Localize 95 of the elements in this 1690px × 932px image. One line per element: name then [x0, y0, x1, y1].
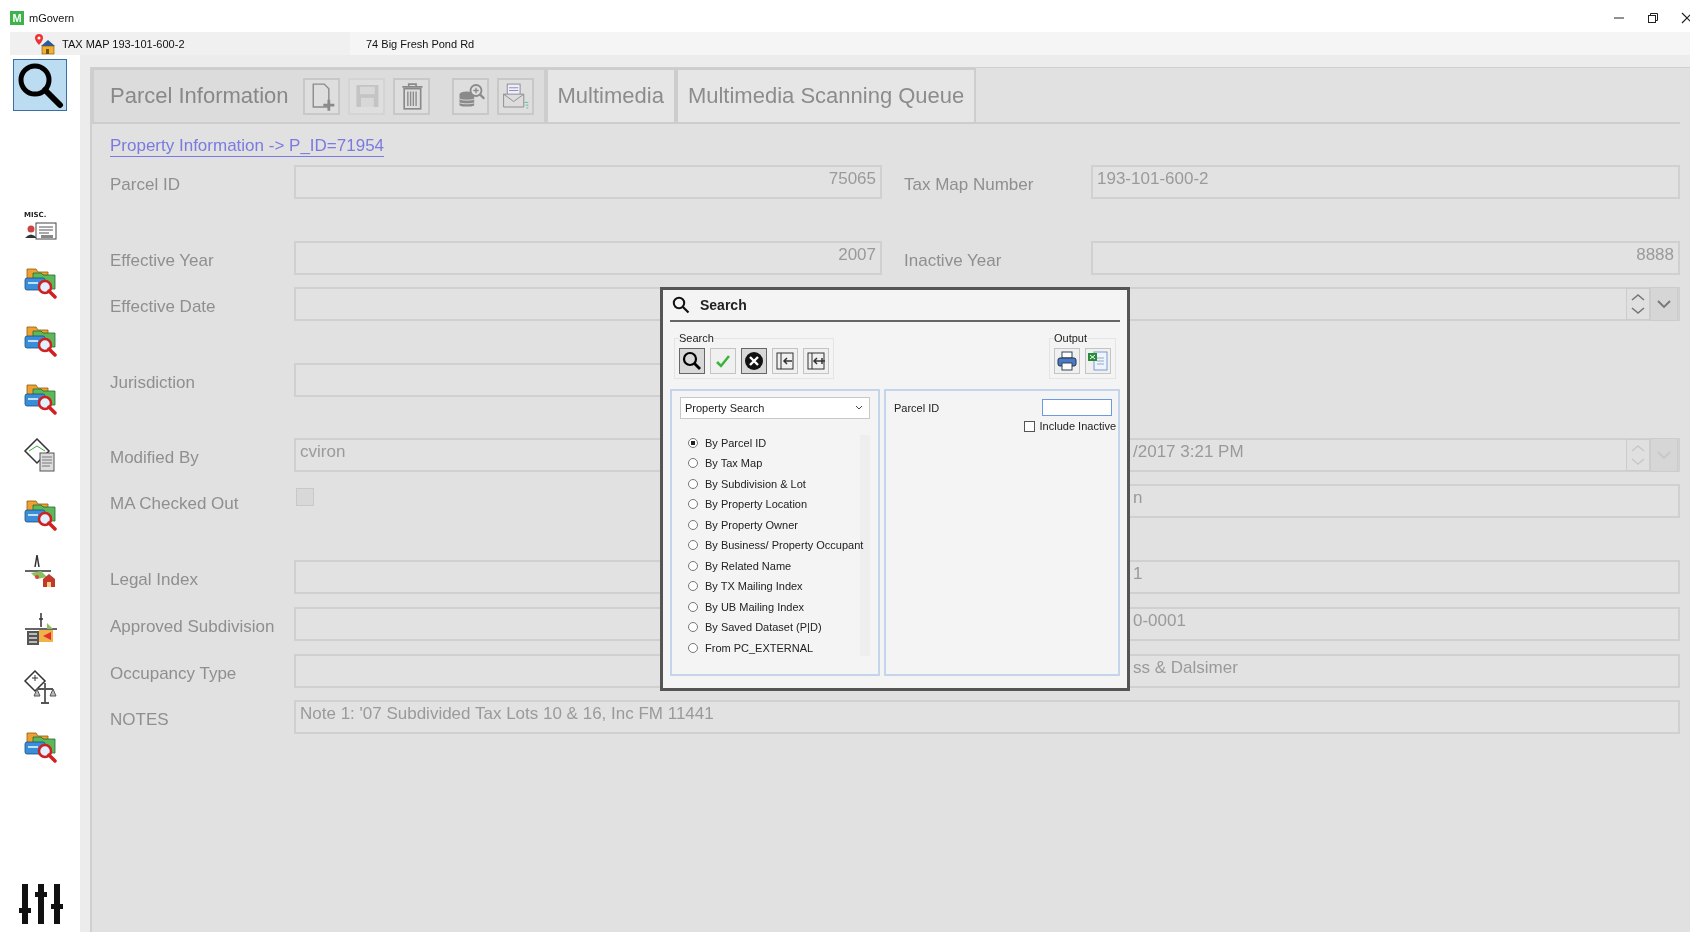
sliders-icon[interactable]: [17, 884, 65, 924]
app-logo: M: [10, 11, 24, 25]
field-value: n: [1133, 488, 1143, 508]
mail-button[interactable]: [496, 77, 534, 115]
text-field[interactable]: 75065: [294, 165, 882, 199]
radio-button[interactable]: [688, 581, 698, 592]
option-label: By Parcel ID: [705, 436, 767, 449]
radio-button[interactable]: [688, 540, 698, 551]
person-document-icon[interactable]: [24, 219, 58, 241]
close-icon[interactable]: [1681, 12, 1690, 24]
input-field[interactable]: [1042, 399, 1112, 416]
field-value: 1: [1133, 564, 1143, 584]
field-value: 2007: [838, 245, 876, 265]
field-value: ss & Dalsimer: [1133, 658, 1238, 678]
breadcrumb-link[interactable]: Property Information -> P_ID=71954: [110, 136, 385, 157]
option-label: By Subdivision & Lot: [705, 477, 806, 490]
option-label: By UB Mailing Index: [705, 600, 805, 613]
field-value: 193-101-600-2: [1097, 169, 1209, 189]
field-value: 75065: [828, 169, 876, 189]
radio-button[interactable]: [688, 622, 698, 633]
option-label: By Tax Map: [705, 457, 763, 470]
db-search-button[interactable]: [451, 77, 489, 115]
radio-button[interactable]: [688, 437, 698, 448]
field-label: Effective Date: [110, 296, 217, 318]
tab[interactable]: Parcel Information: [92, 68, 546, 122]
field-value: Note 1: '07 Subdivided Tax Lots 10 & 16, Inc FM 11441: [300, 704, 714, 724]
import-icon: [773, 349, 797, 373]
search-button[interactable]: [679, 348, 705, 374]
search-button[interactable]: [13, 59, 67, 111]
import-button[interactable]: [772, 348, 798, 374]
print-icon: [1055, 349, 1079, 373]
field-label: Tax Map Number: [904, 175, 1034, 195]
group-label: Output: [1054, 332, 1088, 344]
option-label: By Related Name: [705, 559, 792, 572]
house-pin-icon: [34, 32, 56, 55]
text-field[interactable]: 193-101-600-2: [1091, 165, 1680, 199]
cancel-button[interactable]: [741, 348, 767, 374]
radio-button[interactable]: [688, 601, 698, 612]
tax-map-label: TAX MAP 193-101-600-2: [62, 37, 185, 50]
map-chart-icon[interactable]: [23, 611, 59, 647]
radio-button[interactable]: [688, 478, 698, 489]
tab[interactable]: Multimedia: [545, 68, 676, 122]
radio-button[interactable]: [688, 519, 698, 530]
field-label: Modified By: [110, 447, 200, 469]
search-icon: [672, 296, 690, 314]
field-label: NOTES: [110, 709, 170, 731]
field-label: Legal Index: [110, 569, 199, 591]
radio-button[interactable]: [688, 560, 698, 571]
add-import-button[interactable]: [803, 348, 829, 374]
new-button[interactable]: [302, 77, 340, 115]
address-label: 74 Big Fresh Pond Rd: [366, 37, 475, 50]
excel-icon: [1086, 349, 1110, 373]
field-label: Approved Subdivision: [110, 616, 276, 638]
field-label: Inactive Year: [904, 251, 1002, 271]
field-value: 8888: [1636, 245, 1674, 265]
field-label: Jurisdiction: [110, 372, 197, 394]
add-import-icon: [804, 349, 828, 373]
option-label: From PC_EXTERNAL: [705, 641, 814, 654]
tab[interactable]: Multimedia Scanning Queue: [675, 68, 977, 122]
delete-button[interactable]: [392, 77, 430, 115]
radio-button[interactable]: [688, 499, 698, 510]
option-label: By Property Owner: [705, 518, 798, 531]
radio-button[interactable]: [688, 642, 698, 653]
option-label: By TX Mailing Index: [705, 580, 803, 593]
dropdown-icon[interactable]: [1650, 287, 1678, 321]
map-scale-icon[interactable]: [23, 669, 59, 705]
print-button[interactable]: [1054, 348, 1080, 374]
option-label: By Saved Dataset (P|D): [705, 621, 822, 634]
search-type-dropdown[interactable]: Property Search: [680, 397, 870, 419]
excel-button[interactable]: [1085, 348, 1111, 374]
accept-button[interactable]: [710, 348, 736, 374]
field-label: Effective Year: [110, 250, 215, 272]
spinner-icon[interactable]: [1626, 288, 1650, 320]
checkbox[interactable]: [1023, 420, 1035, 432]
checkbox-label: Include Inactive: [1039, 420, 1116, 432]
group-label: Search: [679, 332, 714, 344]
text-field[interactable]: 8888: [1091, 241, 1680, 275]
caret-icon: [855, 405, 863, 411]
field-label: Parcel ID: [894, 401, 940, 414]
notes-field[interactable]: Note 1: '07 Subdivided Tax Lots 10 & 16, Inc FM 11441: [294, 700, 1680, 734]
field-label: Occupancy Type: [110, 663, 238, 685]
field-label: MA Checked Out: [110, 493, 240, 515]
restore-icon[interactable]: [1647, 12, 1659, 24]
search-icon: [16, 61, 64, 109]
field-label: Parcel ID: [110, 174, 181, 196]
cancel-icon: [742, 349, 766, 373]
text-field[interactable]: 2007: [294, 241, 882, 275]
field-value: cviron: [300, 442, 346, 462]
window-title: mGovern: [29, 12, 75, 24]
field-value: /2017 3:21 PM: [1133, 441, 1244, 462]
option-label: By Property Location: [705, 498, 808, 511]
dialog-title: Search: [700, 297, 747, 313]
radio-button[interactable]: [688, 458, 698, 469]
field-value: 0-0001: [1133, 611, 1186, 631]
option-label: By Business/ Property Occupant: [705, 539, 864, 552]
